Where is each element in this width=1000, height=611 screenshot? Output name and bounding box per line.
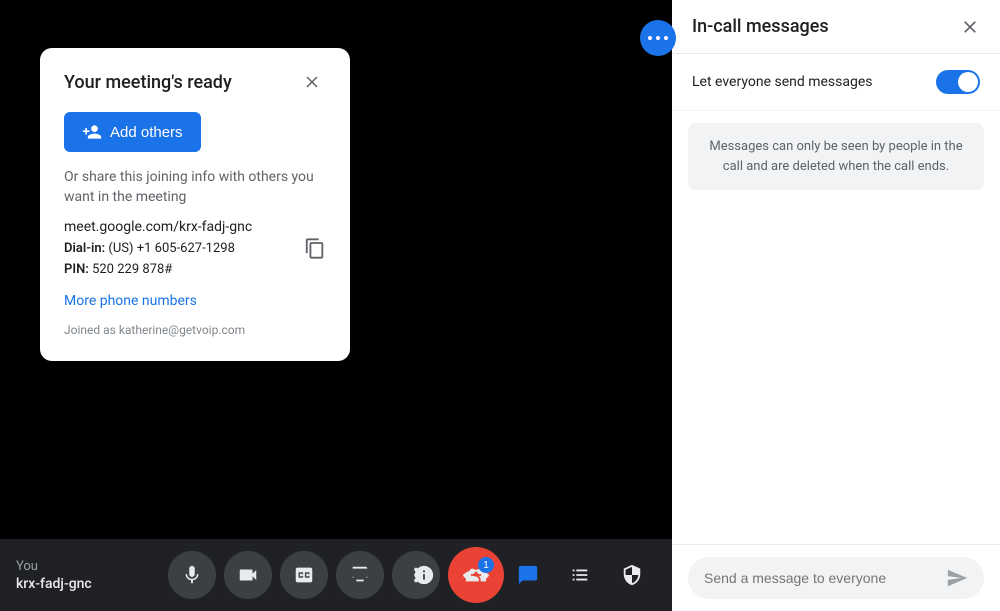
people-button[interactable]: 1	[452, 551, 500, 599]
people-badge: 1	[478, 557, 494, 573]
pin-number: 520 229 878#	[92, 262, 172, 277]
message-input[interactable]	[704, 570, 946, 586]
camera-button[interactable]	[224, 551, 272, 599]
pin-label: PIN:	[64, 262, 89, 277]
message-input-row	[688, 557, 984, 599]
meeting-ready-popup: Your meeting's ready Add others Or share…	[40, 48, 350, 361]
panel-body: Let everyone send messages ✓ Messages ca…	[672, 54, 1000, 544]
meeting-link: meet.google.com/krx-fadj-gnc	[64, 219, 326, 235]
meeting-name-label: krx-fadj-gnc	[16, 576, 136, 592]
captions-button[interactable]	[280, 551, 328, 599]
panel-title: In-call messages	[692, 16, 829, 37]
copy-button[interactable]	[304, 237, 326, 262]
add-others-label: Add others	[110, 124, 183, 141]
shield-button[interactable]	[608, 551, 656, 599]
panel-header: In-call messages	[672, 0, 1000, 54]
you-label: You	[16, 559, 136, 574]
activities-button[interactable]	[556, 551, 604, 599]
bottom-bar: You krx-fadj-gnc	[0, 539, 672, 611]
present-button[interactable]	[336, 551, 384, 599]
toggle-label: Let everyone send messages	[692, 74, 873, 90]
more-options-button[interactable]	[640, 20, 676, 56]
toggle-check-icon: ✓	[967, 76, 976, 89]
dial-in-label: Dial-in:	[64, 241, 105, 256]
info-button[interactable]	[400, 551, 448, 599]
panel-close-button[interactable]	[960, 17, 980, 37]
send-button[interactable]	[946, 567, 968, 589]
info-text: Messages can only be seen by people in t…	[704, 137, 968, 176]
bottom-left: You krx-fadj-gnc	[16, 559, 136, 592]
toggle-switch[interactable]: ✓	[936, 70, 980, 94]
mic-button[interactable]	[168, 551, 216, 599]
bottom-right: 1	[400, 551, 656, 599]
info-box: Messages can only be seen by people in t…	[688, 123, 984, 190]
share-text: Or share this joining info with others y…	[64, 168, 326, 207]
more-phone-link[interactable]: More phone numbers	[64, 293, 326, 309]
toggle-row: Let everyone send messages ✓	[672, 54, 1000, 111]
right-panel: In-call messages Let everyone send messa…	[672, 0, 1000, 611]
panel-footer	[672, 544, 1000, 611]
joined-as-text: Joined as katherine@getvoip.com	[64, 323, 326, 337]
join-info: meet.google.com/krx-fadj-gnc Dial-in: (U…	[64, 219, 326, 281]
add-others-button[interactable]: Add others	[64, 112, 201, 152]
chat-button[interactable]	[504, 551, 552, 599]
popup-header: Your meeting's ready	[64, 68, 326, 96]
dial-info: Dial-in: (US) +1 605-627-1298 PIN: 520 2…	[64, 239, 326, 281]
popup-title: Your meeting's ready	[64, 72, 232, 93]
dial-in-number: (US) +1 605-627-1298	[108, 241, 235, 256]
popup-close-button[interactable]	[298, 68, 326, 96]
